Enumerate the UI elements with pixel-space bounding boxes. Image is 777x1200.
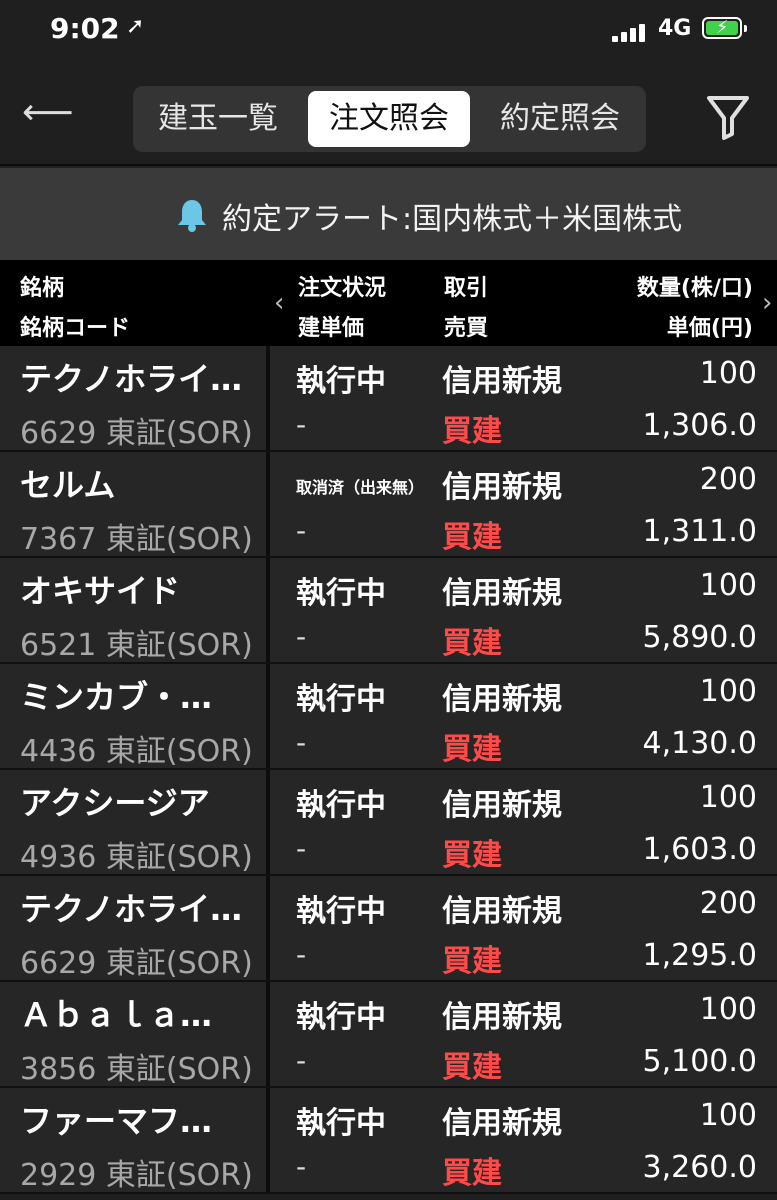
filter-icon[interactable] <box>706 94 750 140</box>
entry-price: - <box>296 514 307 547</box>
stock-name: Ａｂａｌａ… <box>20 996 213 1034</box>
network-type: 4G <box>658 16 692 41</box>
stock-code: 3856 東証(SOR) <box>20 1052 253 1087</box>
order-status: 執行中 <box>296 576 386 611</box>
status-bar: 9:02 ➚ 4G ⚡ <box>0 0 777 62</box>
stock-code: 6629 東証(SOR) <box>20 416 253 451</box>
header-unit-price: 単価(円) <box>666 316 753 341</box>
trade-type: 信用新規 <box>442 682 562 717</box>
location-arrow-icon: ➚ <box>126 14 145 39</box>
battery-icon: ⚡ <box>702 17 747 39</box>
quantity: 200 <box>699 462 757 497</box>
order-status: 執行中 <box>296 364 386 399</box>
trade-type: 信用新規 <box>442 1000 562 1035</box>
table-row[interactable]: テクノホライ… 6629 東証(SOR) 執行中 - 信用新規 買建 100 1,… <box>0 346 777 452</box>
table-row[interactable]: Ａｂａｌａ… 3856 東証(SOR) 執行中 - 信用新規 買建 100 5,1… <box>0 982 777 1088</box>
table-header: 銘柄 銘柄コード ‹ 注文状況 建単価 取引 売買 数量(株/口) 単価(円) … <box>0 260 777 346</box>
order-status: 執行中 <box>296 1000 386 1035</box>
stock-name: ファーマフ… <box>20 1102 213 1140</box>
table-row[interactable]: アクシージア 4936 東証(SOR) 執行中 - 信用新規 買建 100 1,6… <box>0 770 777 876</box>
entry-price: - <box>296 832 307 865</box>
stock-name: テクノホライ… <box>20 360 243 398</box>
status-time: 9:02 <box>50 12 120 45</box>
back-arrow-icon[interactable]: ⟵ <box>22 92 74 133</box>
quantity: 100 <box>699 992 757 1027</box>
trade-side: 買建 <box>442 626 502 661</box>
stock-code: 4436 東証(SOR) <box>20 734 253 769</box>
entry-price: - <box>296 408 307 441</box>
trade-side: 買建 <box>442 1156 502 1191</box>
nav-bar: ⟵ 建玉一覧 注文照会 約定照会 <box>0 62 777 166</box>
stock-code: 2929 東証(SOR) <box>20 1158 253 1193</box>
trade-side: 買建 <box>442 838 502 873</box>
stock-name: オキサイド <box>20 572 181 610</box>
stock-name: アクシージア <box>20 784 210 822</box>
quantity: 100 <box>699 780 757 815</box>
header-trade: 取引 <box>444 276 489 301</box>
tab-positions[interactable]: 建玉一覧 <box>138 91 298 147</box>
table-row[interactable]: テクノホライ… 6629 東証(SOR) 執行中 - 信用新規 買建 200 1,… <box>0 876 777 982</box>
stock-code: 6629 東証(SOR) <box>20 946 253 981</box>
entry-price: - <box>296 938 307 971</box>
header-side: 売買 <box>444 316 489 341</box>
entry-price: - <box>296 1150 307 1183</box>
trade-side: 買建 <box>442 732 502 767</box>
unit-price: 5,890.0 <box>642 620 757 655</box>
unit-price: 1,295.0 <box>642 938 757 973</box>
chevron-left-icon[interactable]: ‹ <box>274 288 284 318</box>
quantity: 100 <box>699 356 757 391</box>
segmented-tabs: 建玉一覧 注文照会 約定照会 <box>133 86 646 152</box>
order-status: 執行中 <box>296 682 386 717</box>
entry-price: - <box>296 1044 307 1077</box>
bell-icon <box>178 200 206 232</box>
table-row[interactable]: ファーマフ… 2929 東証(SOR) 執行中 - 信用新規 買建 100 3,2… <box>0 1088 777 1194</box>
stock-code: 4936 東証(SOR) <box>20 840 253 875</box>
header-code: 銘柄コード <box>20 316 131 341</box>
order-status: 執行中 <box>296 788 386 823</box>
trade-side: 買建 <box>442 414 502 449</box>
unit-price: 3,260.0 <box>642 1150 757 1185</box>
unit-price: 1,603.0 <box>642 832 757 867</box>
header-name: 銘柄 <box>20 276 65 301</box>
header-qty: 数量(株/口) <box>636 276 753 301</box>
table-row[interactable]: ミンカブ・… 4436 東証(SOR) 執行中 - 信用新規 買建 100 4,1… <box>0 664 777 770</box>
unit-price: 1,311.0 <box>642 514 757 549</box>
order-status: 取消済（出来無） <box>296 478 425 497</box>
trade-type: 信用新規 <box>442 576 562 611</box>
entry-price: - <box>296 620 307 653</box>
stock-name: テクノホライ… <box>20 890 243 928</box>
trade-side: 買建 <box>442 520 502 555</box>
trade-side: 買建 <box>442 1050 502 1085</box>
stock-code: 6521 東証(SOR) <box>20 628 253 663</box>
trade-type: 信用新規 <box>442 894 562 929</box>
stock-name: ミンカブ・… <box>20 678 213 716</box>
table-row[interactable]: オキサイド 6521 東証(SOR) 執行中 - 信用新規 買建 100 5,89… <box>0 558 777 664</box>
table-row[interactable]: セルム 7367 東証(SOR) 取消済（出来無） - 信用新規 買建 200 1… <box>0 452 777 558</box>
trade-type: 信用新規 <box>442 1106 562 1141</box>
order-status: 執行中 <box>296 1106 386 1141</box>
signal-icon <box>612 22 652 42</box>
trade-type: 信用新規 <box>442 364 562 399</box>
stock-name: セルム <box>20 466 116 504</box>
tab-order-inquiry[interactable]: 注文照会 <box>308 91 470 147</box>
chevron-right-icon[interactable]: › <box>762 288 772 318</box>
unit-price: 1,306.0 <box>642 408 757 443</box>
order-status: 執行中 <box>296 894 386 929</box>
unit-price: 4,130.0 <box>642 726 757 761</box>
quantity: 100 <box>699 1098 757 1133</box>
header-status: 注文状況 <box>298 276 387 301</box>
quantity: 100 <box>699 568 757 603</box>
quantity: 100 <box>699 674 757 709</box>
alert-text: 約定アラート:国内株式＋米国株式 <box>222 202 683 237</box>
quantity: 200 <box>699 886 757 921</box>
header-price: 建単価 <box>298 316 365 341</box>
entry-price: - <box>296 726 307 759</box>
trade-type: 信用新規 <box>442 470 562 505</box>
trade-side: 買建 <box>442 944 502 979</box>
stock-code: 7367 東証(SOR) <box>20 522 253 557</box>
alert-bar[interactable]: 約定アラート:国内株式＋米国株式 <box>0 168 777 260</box>
unit-price: 5,100.0 <box>642 1044 757 1079</box>
trade-type: 信用新規 <box>442 788 562 823</box>
tab-execution-inquiry[interactable]: 約定照会 <box>480 91 640 147</box>
